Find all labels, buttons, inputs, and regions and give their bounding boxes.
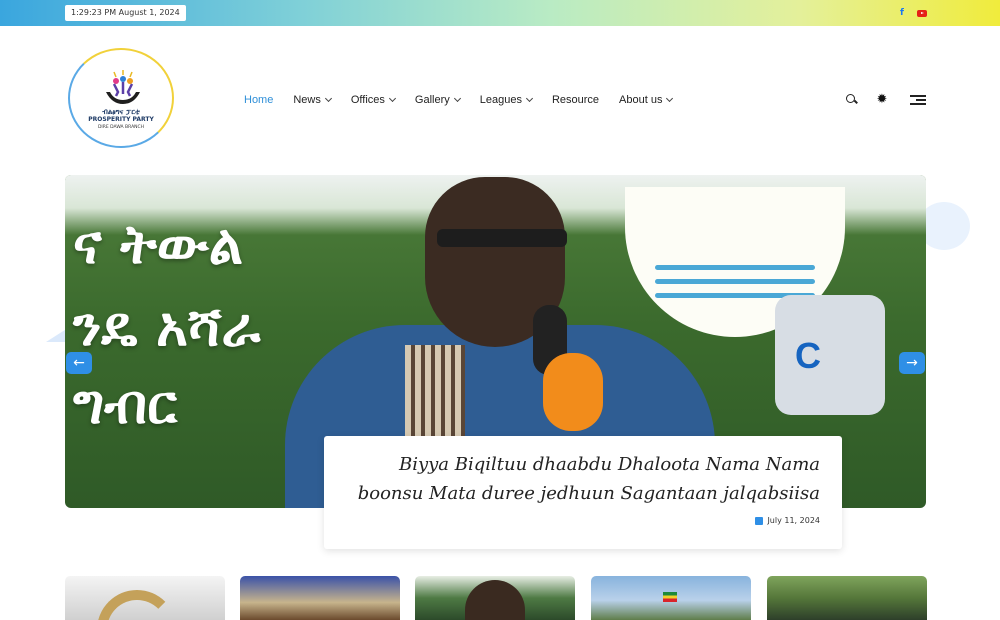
facebook-icon[interactable]: f [896, 8, 908, 18]
slide-date-text: July 11, 2024 [767, 516, 820, 525]
chevron-down-icon [453, 94, 461, 103]
hero-banner-text: ና ትውል [73, 213, 243, 276]
nav-item-label: Resource [551, 94, 600, 106]
calendar-icon [755, 516, 764, 525]
date-time-display: 1:29:23 PM August 1, 2024 [65, 5, 186, 21]
slide-date: July 11, 2024 [346, 516, 820, 525]
chevron-down-icon [324, 94, 332, 103]
nav-item-about-us[interactable]: About us [619, 93, 674, 107]
news-thumbnail[interactable] [240, 576, 400, 620]
nav-item-label: About us [619, 94, 663, 106]
menu-icon[interactable] [908, 93, 926, 107]
slide-caption-card[interactable]: Biyya Biqiltuu dhaabdu Dhaloota Nama Nam… [324, 436, 842, 549]
search-icon[interactable] [845, 93, 859, 107]
main-navigation: Home News Offices Gallery Leagues Resour… [244, 93, 692, 107]
top-bar: 1:29:23 PM August 1, 2024 f [0, 0, 1000, 26]
nav-item-label: News [293, 94, 321, 106]
slide-title[interactable]: Biyya Biqiltuu dhaabdu Dhaloota Nama Nam… [346, 450, 820, 508]
slider-prev-button[interactable]: ← [66, 352, 92, 374]
hero-banner-text: ግብር [73, 373, 178, 436]
slider-next-button[interactable]: → [899, 352, 925, 374]
hero-banner-text: ንዴ አሻራ [73, 295, 261, 358]
nav-item-leagues[interactable]: Leagues [479, 93, 533, 107]
chevron-down-icon [666, 94, 674, 103]
microphone: C [775, 295, 885, 415]
news-thumbnail[interactable] [767, 576, 927, 620]
news-thumbnail[interactable] [591, 576, 751, 620]
nav-item-gallery[interactable]: Gallery [414, 93, 461, 107]
logo-name-text: PROSPERITY PARTY [88, 116, 154, 123]
microphone [543, 353, 603, 431]
nav-item-offices[interactable]: Offices [350, 93, 396, 107]
mic-logo-text: C [795, 335, 821, 376]
chevron-down-icon [388, 94, 396, 103]
nav-item-label: Leagues [479, 94, 522, 106]
logo-branch-text: DIRE DAWA BRANCH [97, 125, 145, 130]
nav-item-news[interactable]: News [293, 93, 332, 107]
chevron-down-icon [525, 94, 533, 103]
news-thumbnail[interactable] [65, 576, 225, 620]
nav-item-label: Offices [350, 94, 385, 106]
nav-item-label: Home [244, 94, 274, 106]
nav-item-label: Gallery [414, 94, 450, 106]
nav-item-resource[interactable]: Resource [552, 93, 599, 107]
nav-item-home[interactable]: Home [244, 93, 273, 107]
news-thumbnail[interactable] [415, 576, 575, 620]
youtube-icon[interactable] [916, 8, 928, 18]
site-logo[interactable]: ብልፅግና ፓርቲ PROSPERITY PARTY DIRE DAWA BRA… [68, 48, 174, 148]
logo-emblem-icon [106, 70, 140, 104]
settings-icon[interactable]: ✹ [875, 93, 889, 107]
